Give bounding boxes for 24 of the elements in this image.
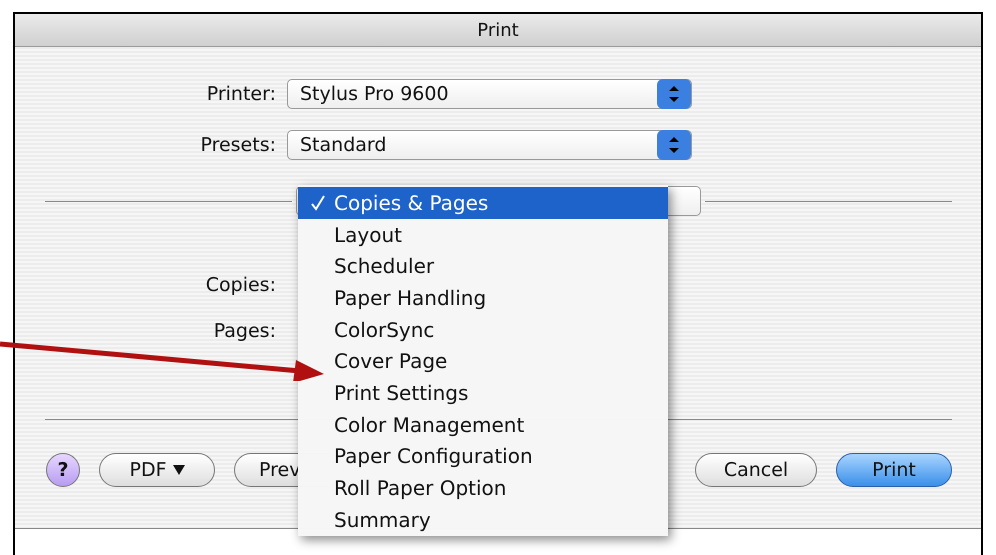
- menu-item[interactable]: Print Settings: [328, 377, 668, 409]
- checkmark-icon: [311, 195, 325, 211]
- help-button[interactable]: ?: [46, 453, 80, 487]
- presets-popup[interactable]: Standard: [287, 130, 692, 160]
- stepper-icon: [657, 79, 691, 109]
- menu-item[interactable]: Layout: [328, 218, 668, 250]
- printer-popup[interactable]: Stylus Pro 9600: [287, 79, 692, 109]
- print-button[interactable]: Print: [836, 453, 952, 487]
- pdf-menu-button[interactable]: PDF: [99, 453, 215, 487]
- stepper-icon: [657, 130, 691, 160]
- caret-icon: [172, 465, 185, 475]
- menu-item[interactable]: Copies & Pages: [298, 187, 668, 219]
- presets-label: Presets:: [199, 134, 277, 156]
- menu-item[interactable]: Cover Page: [328, 345, 668, 378]
- menu-item[interactable]: Scheduler: [328, 250, 668, 282]
- menu-item[interactable]: Summary: [328, 504, 668, 536]
- menu-item[interactable]: ColorSync: [328, 314, 668, 346]
- printer-label: Printer:: [206, 83, 277, 105]
- menu-item[interactable]: Paper Handling: [328, 282, 668, 314]
- menu-item[interactable]: Color Management: [328, 408, 668, 440]
- window-title: Print: [477, 20, 519, 40]
- copies-label: Copies:: [204, 274, 277, 296]
- pages-label: Pages:: [212, 320, 277, 342]
- cancel-button[interactable]: Cancel: [695, 453, 817, 487]
